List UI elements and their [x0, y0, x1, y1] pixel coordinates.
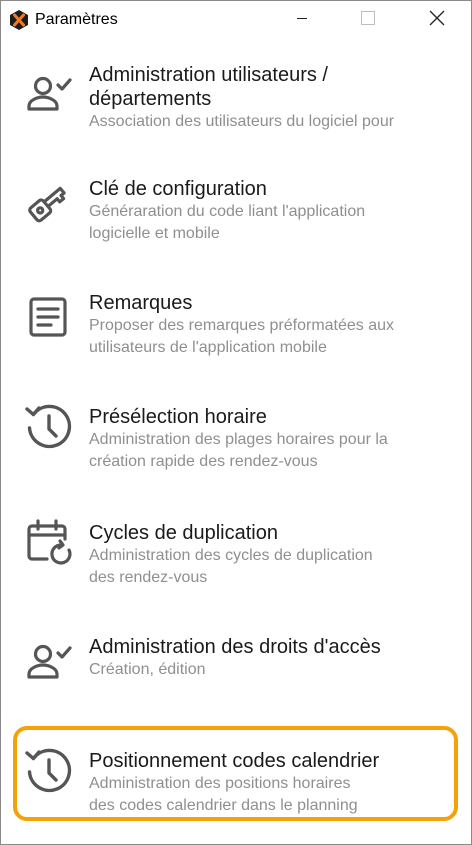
menu-item-remarks[interactable]: Remarques Proposer des remarques préform…: [17, 287, 457, 387]
user-check-icon: [23, 635, 75, 687]
menu-item-configuration-key[interactable]: Clé de configuration Généraration du cod…: [17, 173, 457, 273]
item-description-line2: des codes calendrier dans le planning: [89, 797, 358, 814]
item-title: Cycles de duplication: [89, 522, 278, 544]
item-description: Association des utilisateurs du logiciel…: [89, 113, 395, 130]
close-button[interactable]: [414, 1, 460, 39]
settings-window: Paramètres Administration utilisateurs /…: [0, 0, 472, 845]
item-description-line2: des rendez-vous: [89, 569, 208, 586]
item-description: Proposer des remarques préformatées aux: [89, 317, 395, 334]
item-description: Création, édition: [89, 661, 206, 678]
item-description: Administration des positions horaires: [89, 775, 351, 792]
item-description: Généraration du code liant l'application: [89, 203, 366, 220]
calendar-refresh-icon: [23, 517, 75, 569]
item-title: Positionnement codes calendrier: [89, 750, 380, 772]
app-logo-icon: [10, 10, 28, 30]
key-icon: [23, 177, 75, 229]
user-check-icon: [23, 67, 75, 119]
menu-item-user-administration[interactable]: Administration utilisateurs / départemen…: [17, 59, 457, 159]
item-title: Clé de configuration: [89, 178, 267, 200]
item-description-line2: logicielle et mobile: [89, 225, 220, 242]
minimize-button[interactable]: [279, 1, 325, 39]
item-title: Présélection horaire: [89, 406, 267, 428]
notes-icon: [23, 291, 75, 343]
item-description-line2: création rapide des rendez-vous: [89, 453, 318, 470]
clock-history-icon: [23, 401, 75, 453]
item-title: Administration des droits d'accès: [89, 636, 381, 658]
menu-item-time-preselection[interactable]: Présélection horaire Administration des …: [17, 401, 457, 501]
menu-item-duplication-cycles[interactable]: Cycles de duplication Administration des…: [17, 517, 457, 617]
maximize-icon: [361, 10, 375, 30]
maximize-button[interactable]: [345, 1, 391, 39]
item-title: Administration utilisateurs /: [89, 64, 328, 86]
minimize-icon: [296, 11, 308, 29]
clock-history-icon: [23, 745, 75, 797]
close-icon: [429, 10, 445, 31]
title-bar: Paramètres: [1, 1, 471, 39]
item-title: Remarques: [89, 292, 193, 314]
window-title: Paramètres: [35, 11, 118, 28]
item-description: Administration des cycles de duplication: [89, 547, 373, 564]
item-description-line2: utilisateurs de l'application mobile: [89, 339, 327, 356]
menu-item-calendar-codes-positioning[interactable]: Positionnement codes calendrier Administ…: [17, 745, 457, 845]
item-title-line2: départements: [89, 88, 212, 110]
item-description: Administration des plages horaires pour …: [89, 431, 388, 448]
menu-item-access-rights[interactable]: Administration des droits d'accès Créati…: [17, 631, 457, 731]
